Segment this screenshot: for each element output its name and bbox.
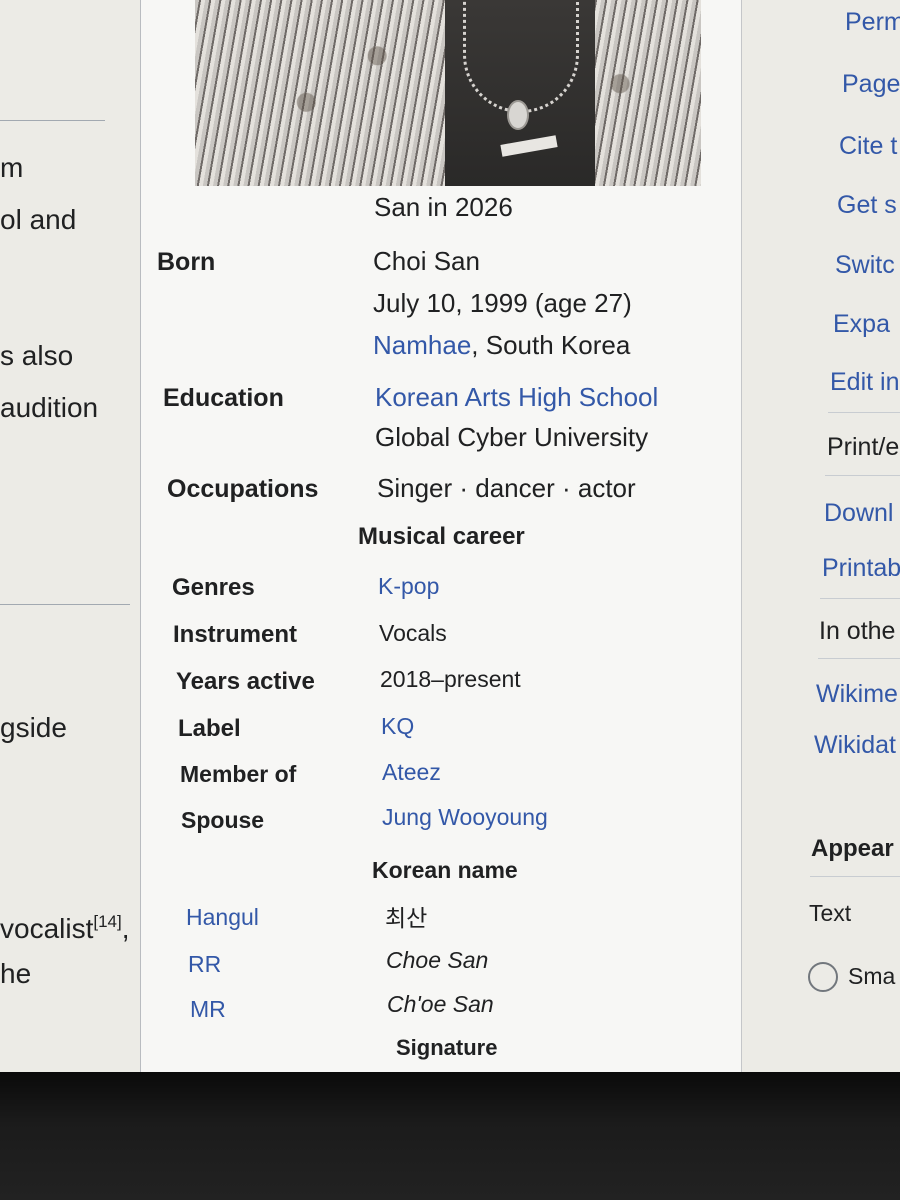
sidebar-divider	[828, 412, 900, 413]
instrument-value: Vocals	[379, 620, 447, 646]
mr-value: Ch'oe San	[387, 991, 494, 1017]
text-size-small-label[interactable]: Sma	[848, 963, 895, 990]
sidebar-heading-appearance: Appear	[811, 835, 894, 862]
korean-name-heading: Korean name	[372, 857, 518, 883]
sidebar-tool-edit[interactable]: Edit in	[830, 368, 899, 397]
section-divider	[0, 120, 105, 121]
article-line: audition	[0, 392, 99, 423]
born-country: , South Korea	[471, 330, 631, 360]
member-of-label: Member of	[180, 761, 297, 787]
citation-link[interactable]: [14]	[93, 912, 121, 931]
article-body: m ol and s also audition gside vocalist[…	[0, 0, 140, 1072]
section-divider	[0, 604, 130, 605]
sidebar-tool-cite[interactable]: Cite t	[839, 132, 897, 161]
occupations-value: Singer · dancer · actor	[377, 473, 636, 503]
born-name: Choi San	[373, 246, 480, 276]
browser-screen: m ol and s also audition gside vocalist[…	[0, 0, 900, 1072]
article-line: gside	[0, 712, 67, 743]
sidebar-tool-switch[interactable]: Switc	[835, 251, 895, 280]
spouse-label: Spouse	[181, 807, 265, 833]
musical-career-heading: Musical career	[358, 523, 525, 550]
hangul-value: 최산	[385, 905, 428, 931]
genres-label: Genres	[172, 574, 255, 601]
sidebar-tool-page-info[interactable]: Page	[842, 70, 900, 99]
sidebar-divider	[810, 876, 900, 877]
sidebar-divider	[818, 658, 900, 659]
genres-link[interactable]: K-pop	[378, 573, 439, 600]
article-line: he	[0, 958, 32, 989]
photo-caption: San in 2026	[374, 192, 513, 222]
sidebar-item-wikimedia[interactable]: Wikime	[816, 680, 898, 709]
namhae-link[interactable]: Namhae	[373, 330, 471, 360]
monitor-bezel	[0, 1072, 900, 1200]
member-of-link[interactable]: Ateez	[382, 759, 441, 786]
sidebar-divider	[825, 475, 900, 476]
education-link-school[interactable]: Korean Arts High School	[375, 382, 658, 413]
article-text: ,	[121, 913, 130, 944]
hangul-link[interactable]: Hangul	[186, 904, 259, 931]
pendant-shape	[507, 100, 529, 130]
spouse-link[interactable]: Jung Wooyoung	[382, 804, 548, 831]
education-label: Education	[163, 384, 284, 412]
article-text: vocalist	[0, 913, 94, 944]
born-place: Namhae, South Korea	[373, 330, 630, 361]
necklace-shape	[463, 0, 579, 113]
signature-heading: Signature	[396, 1035, 498, 1060]
sidebar-tool-expand[interactable]: Expa	[833, 310, 890, 339]
label-link[interactable]: KQ	[381, 713, 414, 740]
instrument-label: Instrument	[173, 621, 298, 648]
sidebar-heading-print: Print/e	[827, 433, 900, 461]
education-university: Global Cyber University	[375, 422, 649, 452]
sidebar-heading-other-projects: In othe	[819, 617, 896, 645]
born-label: Born	[157, 248, 216, 276]
sidebar-divider	[820, 598, 900, 599]
mr-link[interactable]: MR	[190, 996, 226, 1023]
occupations-label: Occupations	[167, 475, 319, 503]
text-size-small-radio[interactable]	[808, 962, 838, 992]
rr-value: Choe San	[386, 947, 489, 973]
article-line: s also	[0, 340, 74, 371]
sidebar-item-download[interactable]: Downl	[824, 499, 893, 528]
born-date: July 10, 1999 (age 27)	[373, 288, 632, 318]
years-active-value: 2018–present	[380, 666, 521, 692]
sidebar-item-printable[interactable]: Printab	[822, 554, 900, 583]
sidebar-tool-get-short-url[interactable]: Get s	[837, 191, 897, 220]
infobox-photo[interactable]	[195, 0, 701, 186]
label-label: Label	[178, 715, 241, 742]
appearance-text-label: Text	[809, 900, 852, 926]
article-line: vocalist[14],	[0, 912, 130, 945]
rr-link[interactable]: RR	[188, 951, 221, 978]
article-line: ol and	[0, 204, 77, 235]
sidebar-tool-permanent-link[interactable]: Perm	[845, 8, 900, 37]
years-active-label: Years active	[176, 668, 315, 695]
article-line: m	[0, 152, 24, 183]
sidebar-item-wikidata[interactable]: Wikidat	[814, 731, 896, 760]
